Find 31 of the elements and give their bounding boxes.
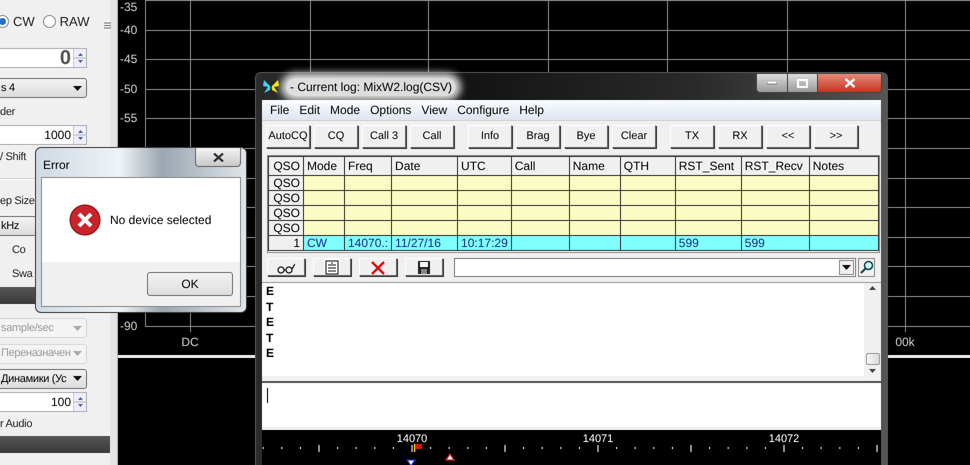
- error-message: No device selected: [110, 212, 212, 229]
- received-text: T: [266, 330, 274, 346]
- window-title: - Current log: MixW2.log(CSV): [286, 78, 456, 96]
- received-text: E: [266, 315, 276, 330]
- axis-label: -90: [120, 319, 138, 333]
- dialog-title: Error: [43, 157, 70, 174]
- field-label: / Shift: [0, 150, 26, 165]
- table-cell: 14070.:: [344, 236, 392, 250]
- axis-label: -50: [120, 82, 138, 96]
- axis-label: DC: [181, 334, 199, 351]
- table-cell: 599: [741, 236, 810, 250]
- scale-label: 14072: [768, 432, 800, 447]
- received-text: T: [266, 300, 274, 315]
- field-label: r Audio: [0, 417, 32, 432]
- axis-label: -40: [120, 23, 138, 37]
- scale-label: 14070: [396, 432, 428, 447]
- axis-label: -55: [120, 111, 138, 125]
- received-text: E: [266, 284, 276, 300]
- table-cell: CW: [304, 236, 344, 250]
- axis-label: -45: [120, 52, 138, 66]
- axis-label: -35: [120, 0, 138, 14]
- table-cell: 599: [675, 236, 742, 250]
- table-cell: 11/27/16: [392, 236, 458, 250]
- option-label: Co: [12, 243, 26, 258]
- option-label: Swa: [12, 267, 32, 282]
- field-label: der: [0, 105, 15, 120]
- table-cell: 10:17:29: [458, 236, 512, 250]
- scale-label: 14071: [582, 432, 614, 447]
- field-label: ep Size: [0, 194, 35, 210]
- received-text: E: [266, 346, 276, 362]
- axis-label: 00k: [895, 334, 915, 351]
